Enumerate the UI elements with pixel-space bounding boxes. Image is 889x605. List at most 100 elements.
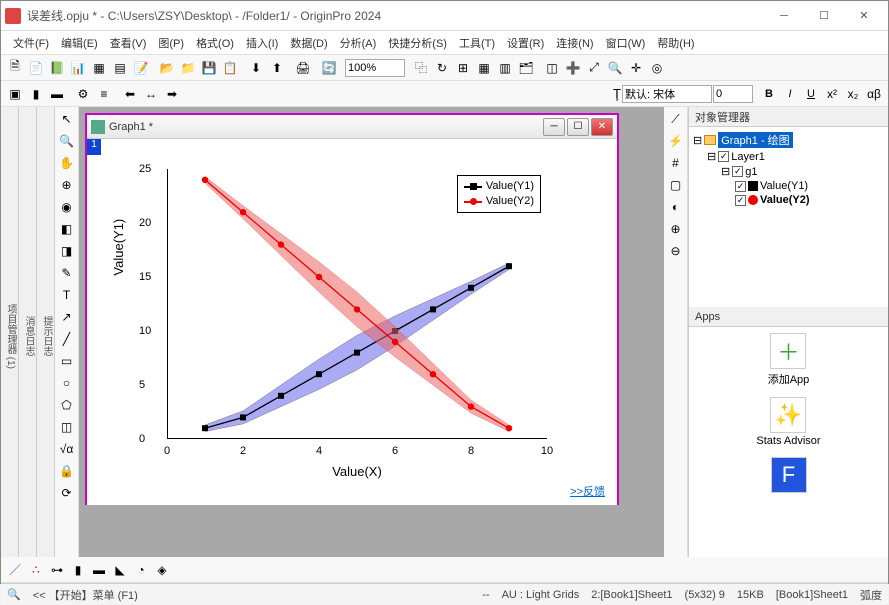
new-layout-button[interactable]: ▤ <box>110 58 130 78</box>
new-workbook-button[interactable]: 📄 <box>26 58 46 78</box>
messages-tab[interactable]: 消息日志 <box>19 107 37 557</box>
refresh-button[interactable]: ↻ <box>432 58 452 78</box>
object-tree[interactable]: ⊟Graph1 - 绘图 ⊟✓Layer1 ⊟✓g1 ✓Value(Y1) ✓V… <box>689 127 888 307</box>
recalc-button[interactable]: 🔄 <box>319 58 339 78</box>
y-axis-label[interactable]: Value(Y1) <box>111 219 126 276</box>
zoom-in-button[interactable]: 🔍 <box>605 58 625 78</box>
pie-plot-button[interactable]: ◔ <box>131 560 151 580</box>
font-combo[interactable] <box>622 85 712 103</box>
add-app-item[interactable]: ＋ 添加App <box>768 333 810 387</box>
rotate-tool[interactable]: ⟳ <box>57 483 77 503</box>
arrow-tool[interactable]: ↗ <box>57 307 77 327</box>
pointer-tool[interactable]: ↖ <box>57 109 77 129</box>
subscript-button[interactable]: x₂ <box>843 84 863 104</box>
region-tool[interactable]: ◫ <box>57 417 77 437</box>
text-tool[interactable]: T <box>57 285 77 305</box>
menu-window[interactable]: 窗口(W) <box>602 33 650 53</box>
tree-group[interactable]: g1 <box>745 166 757 178</box>
new-notes-button[interactable]: 📝 <box>131 58 151 78</box>
new-matrix-button[interactable]: ▦ <box>89 58 109 78</box>
maximize-button[interactable]: ☐ <box>804 2 844 30</box>
graph-minimize-button[interactable]: ─ <box>543 118 565 136</box>
zoom-tool[interactable]: 🔍 <box>57 131 77 151</box>
menu-file[interactable]: 文件(F) <box>9 33 53 53</box>
bar-plot-button[interactable]: ▬ <box>89 560 109 580</box>
scale-out-button[interactable]: ⊖ <box>666 241 686 261</box>
graph-maximize-button[interactable]: ☐ <box>567 118 589 136</box>
lock-tool[interactable]: 🔒 <box>57 461 77 481</box>
menu-help[interactable]: 帮助(H) <box>653 33 698 53</box>
import-button[interactable]: ⬇ <box>246 58 266 78</box>
line-tool[interactable]: ╱ <box>57 329 77 349</box>
apps-header[interactable]: Apps <box>689 307 888 327</box>
worksheet-button[interactable]: ▣ <box>5 84 25 104</box>
scatter-plot-button[interactable]: ∴ <box>26 560 46 580</box>
rect-tool[interactable]: ▭ <box>57 351 77 371</box>
x-axis-label[interactable]: Value(X) <box>332 464 382 479</box>
menu-insert[interactable]: 插入(I) <box>242 33 282 53</box>
new-graph-button[interactable]: 📊 <box>68 58 88 78</box>
menu-view[interactable]: 查看(V) <box>106 33 151 53</box>
tree-s2[interactable]: Value(Y2) <box>760 194 810 206</box>
chart-area[interactable]: Value(Y1) Value(X) Value(Y1) Value(Y2) 0… <box>167 169 547 439</box>
column-plot-button[interactable]: ▮ <box>68 560 88 580</box>
save-button[interactable]: 💾 <box>199 58 219 78</box>
polygon-tool[interactable]: ⬠ <box>57 395 77 415</box>
line-plot-button[interactable]: ／ <box>5 560 25 580</box>
open-template-button[interactable]: 📁 <box>178 58 198 78</box>
cascade-button[interactable]: ▥ <box>495 58 515 78</box>
save-template-button[interactable]: 📋 <box>220 58 240 78</box>
layer-button[interactable]: ◫ <box>542 58 562 78</box>
menu-preferences[interactable]: 设置(R) <box>503 33 548 53</box>
menu-tools[interactable]: 工具(T) <box>455 33 499 53</box>
mask-tool[interactable]: ◨ <box>57 241 77 261</box>
print-button[interactable]: 🖨 <box>293 58 313 78</box>
graph-body[interactable]: 1 Value(Y1) Value(X) Value(Y1) Value(Y2)… <box>87 139 617 505</box>
graph-window-titlebar[interactable]: Graph1 * ─ ☐ ✕ <box>87 115 617 139</box>
align-center-button[interactable]: ↔ <box>141 84 161 104</box>
minimize-button[interactable]: ─ <box>764 2 804 30</box>
feedback-link[interactable]: >>反馈 <box>570 483 605 499</box>
data-reader-tool[interactable]: ⊕ <box>57 175 77 195</box>
app-item-3[interactable]: F <box>771 457 807 493</box>
bold-button[interactable]: B <box>759 84 779 104</box>
area-plot-button[interactable]: ◣ <box>110 560 130 580</box>
menu-edit[interactable]: 编辑(E) <box>57 33 102 53</box>
row-button[interactable]: ▬ <box>47 84 67 104</box>
italic-button[interactable]: I <box>780 84 800 104</box>
anti-alias-button[interactable]: ⟋ <box>666 109 686 129</box>
axis-button[interactable]: ✛ <box>626 58 646 78</box>
menu-analysis[interactable]: 分析(A) <box>336 33 381 53</box>
new-project-button[interactable]: 🗎 <box>5 58 25 78</box>
page-number[interactable]: 1 <box>87 139 101 155</box>
tile-button[interactable]: ▦ <box>474 58 494 78</box>
menu-connect[interactable]: 连接(N) <box>552 33 597 53</box>
rescale-button[interactable]: ⤢ <box>584 58 604 78</box>
s2-checkbox[interactable]: ✓ <box>735 195 746 206</box>
project-explorer-button[interactable]: 🗂 <box>516 58 536 78</box>
screen-reader-tool[interactable]: ◉ <box>57 197 77 217</box>
plot-setup-button[interactable]: ⚙ <box>73 84 93 104</box>
data-reader-button[interactable]: ◎ <box>647 58 667 78</box>
menu-data[interactable]: 数据(D) <box>286 33 331 53</box>
superscript-button[interactable]: x² <box>822 84 842 104</box>
window-button[interactable]: ⊞ <box>453 58 473 78</box>
data-selector-tool[interactable]: ◧ <box>57 219 77 239</box>
speed-mode-button[interactable]: ⚡ <box>666 131 686 151</box>
tree-s1[interactable]: Value(Y1) <box>760 180 808 192</box>
menu-plot[interactable]: 图(P) <box>154 33 188 53</box>
new-excel-button[interactable]: 📗 <box>47 58 67 78</box>
duplicate-button[interactable]: ⿻ <box>411 58 431 78</box>
export-button[interactable]: ⬆ <box>267 58 287 78</box>
layer-checkbox[interactable]: ✓ <box>718 151 729 162</box>
s1-checkbox[interactable]: ✓ <box>735 181 746 192</box>
tree-layer[interactable]: Layer1 <box>731 151 765 163</box>
menu-format[interactable]: 格式(O) <box>192 33 238 53</box>
column-button[interactable]: ▮ <box>26 84 46 104</box>
close-button[interactable]: ✕ <box>844 2 884 30</box>
stats-advisor-item[interactable]: ✨ Stats Advisor <box>756 397 820 447</box>
layer-frame-button[interactable]: ▢ <box>666 175 686 195</box>
grid-button[interactable]: # <box>666 153 686 173</box>
hints-tab[interactable]: 提示日志 <box>37 107 55 557</box>
zoom-combo[interactable] <box>345 59 405 77</box>
